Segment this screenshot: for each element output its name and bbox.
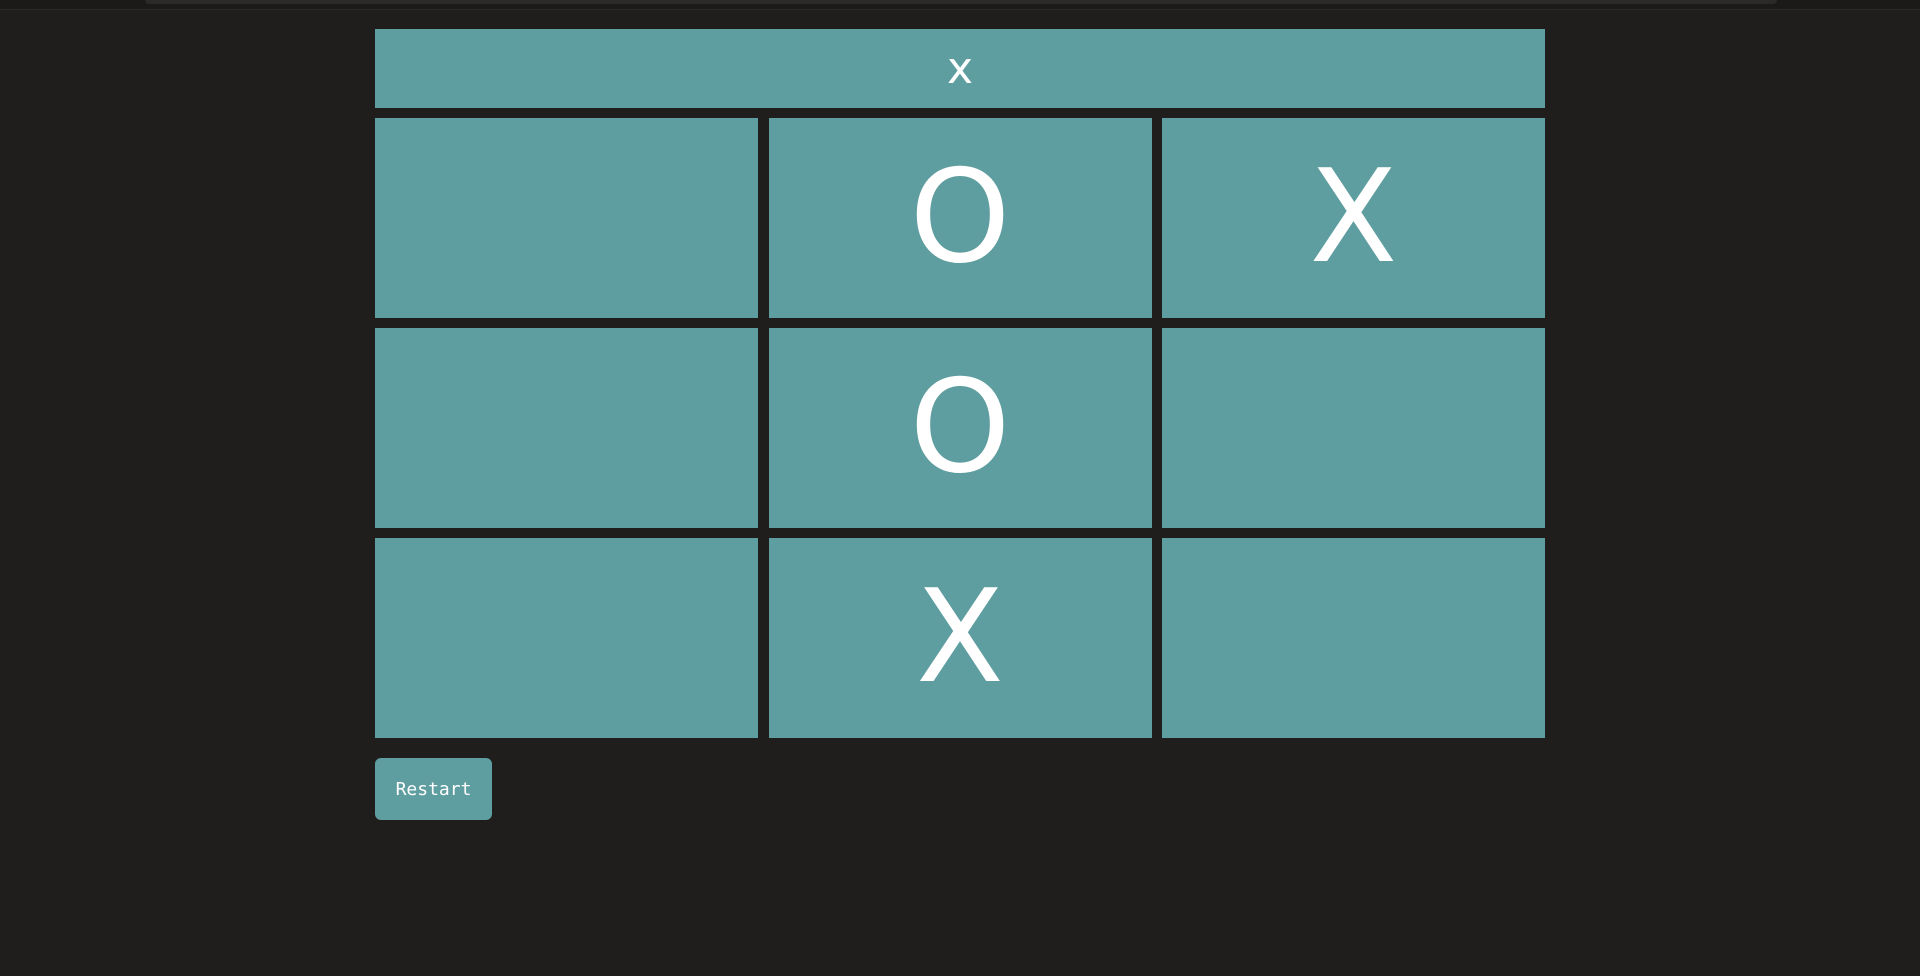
- board-cell-7[interactable]: [375, 538, 758, 738]
- board-cell-5[interactable]: O: [768, 328, 1152, 528]
- browser-top-bar: [0, 0, 1920, 10]
- turn-indicator: x: [375, 29, 1545, 108]
- top-strip: [145, 0, 1777, 4]
- board-cell-4[interactable]: [375, 328, 758, 528]
- restart-button[interactable]: Restart: [375, 758, 492, 820]
- board-cell-2[interactable]: O: [768, 118, 1152, 318]
- board-cell-6[interactable]: [1162, 328, 1545, 528]
- board-cell-1[interactable]: [375, 118, 758, 318]
- game-board: O X O X: [375, 118, 1545, 738]
- board-cell-3[interactable]: X: [1162, 118, 1545, 318]
- tic-tac-toe-game: x O X O X Restart: [375, 29, 1545, 820]
- board-cell-9[interactable]: [1162, 538, 1545, 738]
- board-cell-8[interactable]: X: [768, 538, 1152, 738]
